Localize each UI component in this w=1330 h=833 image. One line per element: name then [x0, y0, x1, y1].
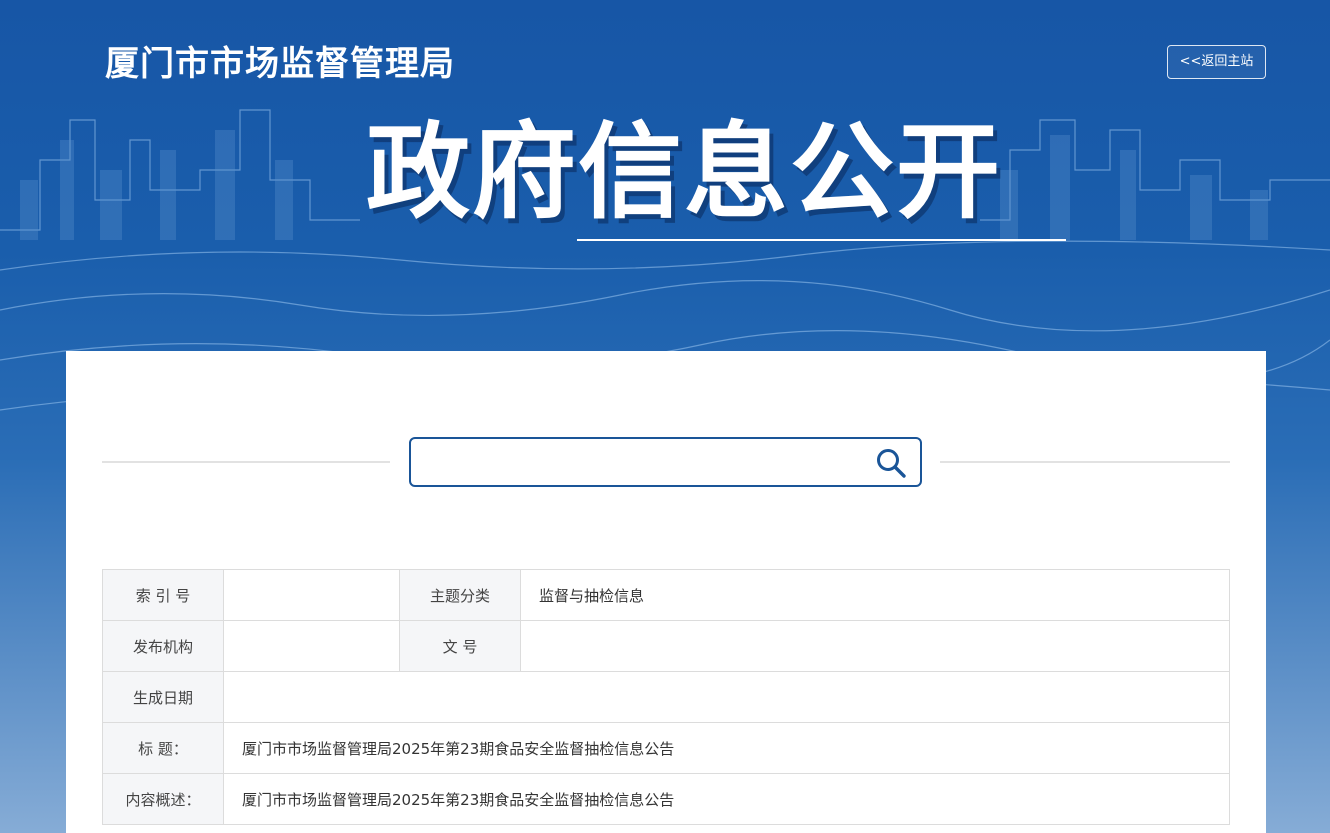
table-row: 标 题： 厦门市市场监督管理局2025年第23期食品安全监督抽检信息公告 — [102, 722, 1230, 774]
site-name: 厦门市市场监督管理局 — [105, 44, 455, 84]
summary-label: 内容概述： — [102, 773, 224, 825]
document-metadata-table: 索 引 号 主题分类 监督与抽检信息 发布机构 文 号 生成日期 标 题： 厦门… — [102, 569, 1230, 825]
hero-underline — [577, 239, 1066, 241]
content-panel: 索 引 号 主题分类 监督与抽检信息 发布机构 文 号 生成日期 标 题： 厦门… — [66, 351, 1266, 833]
search-box — [409, 437, 922, 487]
table-row: 内容概述： 厦门市市场监督管理局2025年第23期食品安全监督抽检信息公告 — [102, 773, 1230, 825]
index-number-label: 索 引 号 — [102, 569, 224, 621]
search-icon[interactable] — [875, 447, 907, 479]
title-label: 标 题： — [102, 722, 224, 774]
category-value: 监督与抽检信息 — [520, 569, 1230, 621]
back-to-main-site-button[interactable]: <<返回主站 — [1167, 45, 1266, 79]
publisher-label: 发布机构 — [102, 620, 224, 672]
document-number-value — [520, 620, 1230, 672]
table-row: 发布机构 文 号 — [102, 620, 1230, 672]
publisher-value — [223, 620, 400, 672]
document-number-label: 文 号 — [399, 620, 521, 672]
hero-title: 政府信息公开 — [366, 111, 1003, 233]
summary-value: 厦门市市场监督管理局2025年第23期食品安全监督抽检信息公告 — [223, 773, 1230, 825]
category-label: 主题分类 — [399, 569, 521, 621]
generation-date-label: 生成日期 — [102, 671, 224, 723]
search-divider-left — [102, 461, 390, 463]
table-row: 生成日期 — [102, 671, 1230, 723]
title-value: 厦门市市场监督管理局2025年第23期食品安全监督抽检信息公告 — [223, 722, 1230, 774]
search-input[interactable] — [421, 445, 861, 479]
search-divider-right — [940, 461, 1230, 463]
index-number-value — [223, 569, 400, 621]
table-row: 索 引 号 主题分类 监督与抽检信息 — [102, 569, 1230, 621]
generation-date-value — [223, 671, 1230, 723]
